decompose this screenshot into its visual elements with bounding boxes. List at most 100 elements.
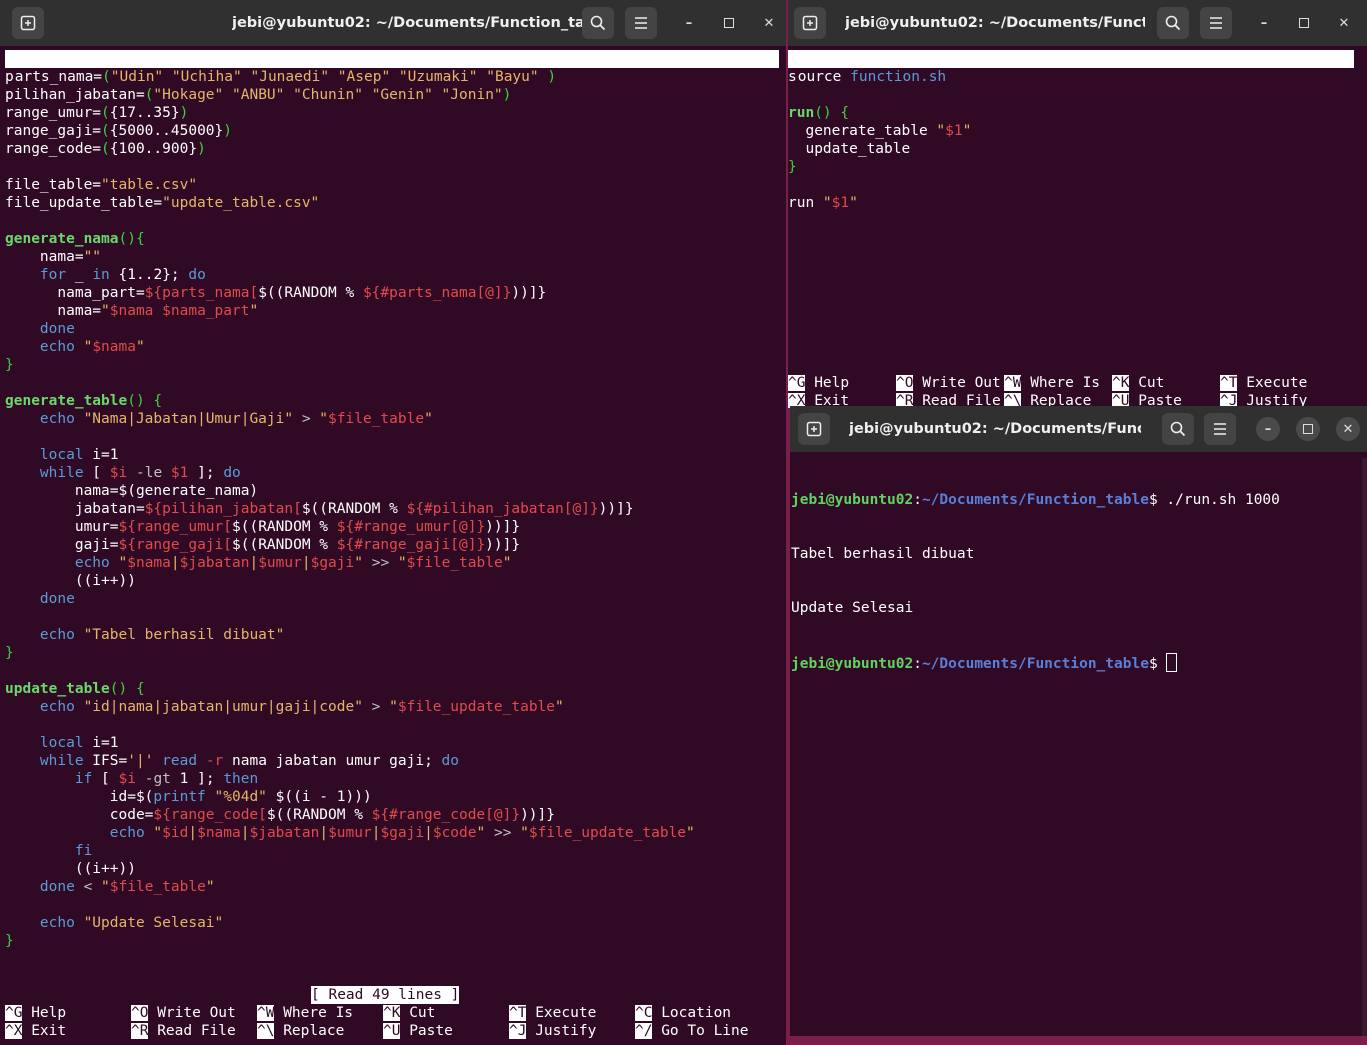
left-titlebar: jebi@yubuntu02: ~/Documents/Function_tab… <box>0 0 786 46</box>
right-bottom-terminal-window: jebi@yubuntu02: ~/Documents/Functi... – … <box>790 406 1367 1036</box>
shortcut-item[interactable]: ^T Execute <box>1220 374 1307 392</box>
shortcut-key: ^K <box>383 1005 401 1021</box>
minimize-icon[interactable]: – <box>1252 11 1276 35</box>
nano-header: GNU nano 6.2 run.sh <box>788 50 1354 103</box>
shortcut-label: Cut <box>400 1005 436 1021</box>
nano-shortcut-bar: ^G Help ^O Write Out ^W Where Is ^K Cut ^T E… <box>5 1004 785 1040</box>
shortcut-key: ^O <box>896 375 914 391</box>
output-line: Tabel berhasil dibuat <box>791 546 975 562</box>
command-text: ./run.sh 1000 <box>1157 492 1280 508</box>
shortcut-item[interactable]: ^X Exit <box>5 1022 66 1040</box>
shortcut-key: ^C <box>635 1005 653 1021</box>
shortcut-key: ^G <box>788 375 806 391</box>
shortcut-key: ^J <box>509 1023 527 1039</box>
shortcut-key: ^W <box>257 1005 275 1021</box>
shortcut-key: ^T <box>1220 375 1238 391</box>
new-tab-icon[interactable] <box>794 7 826 39</box>
shortcut-key: ^G <box>5 1005 23 1021</box>
maximize-icon[interactable] <box>717 11 741 35</box>
shortcut-label: Execute <box>1237 375 1308 391</box>
shortcut-label: Help <box>805 375 850 391</box>
shortcut-key: ^X <box>5 1023 23 1039</box>
shortcut-label: Cut <box>1129 375 1165 391</box>
close-icon[interactable]: ✕ <box>757 11 781 35</box>
shortcut-key: ^W <box>1004 375 1022 391</box>
shortcut-key: ^/ <box>635 1023 653 1039</box>
prompt-separator: : <box>913 656 922 672</box>
hamburger-menu-icon[interactable] <box>1204 413 1236 445</box>
hamburger-menu-icon[interactable] <box>1200 7 1232 39</box>
shortcut-label: Exit <box>22 1023 67 1039</box>
prompt-dollar: $ <box>1148 492 1158 508</box>
shortcut-item[interactable]: ^\ Replace <box>257 1022 344 1040</box>
shortcut-item[interactable]: ^W Where Is <box>257 1004 353 1022</box>
shortcut-key: ^R <box>131 1023 149 1039</box>
shortcut-label: Replace <box>274 1023 345 1039</box>
code-editor-run-sh[interactable]: source function.sh run() { generate_tabl… <box>788 68 971 212</box>
maximize-icon[interactable] <box>1296 417 1320 441</box>
hamburger-menu-icon[interactable] <box>625 7 657 39</box>
search-icon[interactable] <box>1157 7 1189 39</box>
shortcut-item[interactable]: ^K Cut <box>383 1004 435 1022</box>
nano-header: GNU nano 6.2 function.sh <box>5 50 779 103</box>
scrollbar[interactable] <box>1362 458 1367 1036</box>
minimize-icon[interactable]: – <box>1256 417 1280 441</box>
shortcut-item[interactable]: ^G Help <box>788 374 849 392</box>
terminal-output[interactable]: jebi@yubuntu02:~/Documents/Function_tabl… <box>791 455 1280 707</box>
shortcut-label: Paste <box>400 1023 453 1039</box>
shortcut-key: ^K <box>1112 375 1130 391</box>
window-title: jebi@yubuntu02: ~/Documents/Functi... <box>845 15 1145 31</box>
shortcut-key: ^T <box>509 1005 527 1021</box>
output-line: Update Selesai <box>791 600 914 616</box>
nano-status-message: [ Read 49 lines ] <box>311 986 460 1004</box>
prompt-user: jebi@yubuntu02 <box>791 492 914 508</box>
prompt-user: jebi@yubuntu02 <box>791 656 914 672</box>
shortcut-item[interactable]: ^G Help <box>5 1004 66 1022</box>
shortcut-item[interactable]: ^K Cut <box>1112 374 1164 392</box>
shortcut-label: Where Is <box>274 1005 354 1021</box>
search-icon[interactable] <box>582 7 614 39</box>
prompt-path: ~/Documents/Function_table <box>921 492 1149 508</box>
shortcut-label: Write Out <box>913 375 1001 391</box>
prompt-path: ~/Documents/Function_table <box>921 656 1149 672</box>
new-tab-icon[interactable] <box>12 7 44 39</box>
shortcut-label: Execute <box>526 1005 597 1021</box>
shortcut-label: Location <box>652 1005 732 1021</box>
window-title: jebi@yubuntu02: ~/Documents/Function_tab… <box>232 15 610 31</box>
new-tab-icon[interactable] <box>798 413 830 445</box>
left-terminal-window: jebi@yubuntu02: ~/Documents/Function_tab… <box>0 0 786 1045</box>
prompt-dollar: $ <box>1148 656 1158 672</box>
shortcut-item[interactable]: ^O Write Out <box>131 1004 236 1022</box>
close-icon[interactable]: ✕ <box>1336 417 1360 441</box>
right-top-terminal-window: jebi@yubuntu02: ~/Documents/Functi... – … <box>788 0 1367 408</box>
shortcut-item[interactable]: ^/ Go To Line <box>635 1022 749 1040</box>
shortcut-item[interactable]: ^J Justify <box>509 1022 596 1040</box>
nano-shortcut-bar: ^G Help ^O Write Out ^W Where Is ^K Cut ^T E… <box>788 374 1367 408</box>
shortcut-label: Justify <box>526 1023 597 1039</box>
prompt-separator: : <box>913 492 922 508</box>
nano-filename: run.sh <box>1066 87 1119 103</box>
shortcut-label: Help <box>22 1005 67 1021</box>
minimize-icon[interactable]: – <box>677 11 701 35</box>
shortcut-key: ^U <box>383 1023 401 1039</box>
maximize-icon[interactable] <box>1292 11 1316 35</box>
right-top-titlebar: jebi@yubuntu02: ~/Documents/Functi... – … <box>788 0 1367 46</box>
code-editor-function-sh[interactable]: parts_nama=("Udin" "Uchiha" "Junaedi" "A… <box>5 68 695 950</box>
window-title: jebi@yubuntu02: ~/Documents/Functi... <box>849 421 1141 437</box>
text-cursor <box>1166 653 1178 672</box>
shortcut-item[interactable]: ^U Paste <box>383 1022 453 1040</box>
shortcut-item[interactable]: ^T Execute <box>509 1004 596 1022</box>
shortcut-label: Go To Line <box>652 1023 749 1039</box>
shortcut-item[interactable]: ^R Read File <box>131 1022 236 1040</box>
shortcut-label: Write Out <box>148 1005 236 1021</box>
shortcut-item[interactable]: ^C Location <box>635 1004 731 1022</box>
search-icon[interactable] <box>1162 413 1194 445</box>
shortcut-item[interactable]: ^O Write Out <box>896 374 1001 392</box>
shortcut-key: ^O <box>131 1005 149 1021</box>
shortcut-key: ^\ <box>257 1023 275 1039</box>
command-line: jebi@yubuntu02:~/Documents/Function_tabl… <box>791 491 1280 509</box>
shortcut-label: Where Is <box>1021 375 1101 391</box>
prompt-line[interactable]: jebi@yubuntu02:~/Documents/Function_tabl… <box>791 653 1280 672</box>
shortcut-item[interactable]: ^W Where Is <box>1004 374 1100 392</box>
close-icon[interactable]: ✕ <box>1332 11 1356 35</box>
